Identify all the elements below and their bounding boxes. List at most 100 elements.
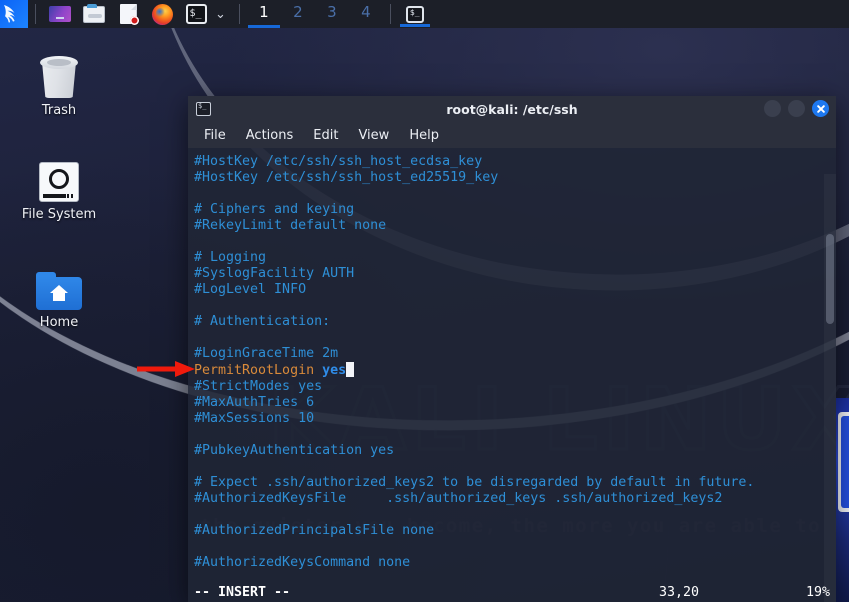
terminal-scrollbar-thumb[interactable]	[826, 234, 834, 324]
terminal-prompt-glyph: $_	[189, 8, 202, 19]
red-arrow-annotation	[137, 361, 195, 377]
desktop-icon-file-system[interactable]: File System	[2, 152, 116, 222]
window-taskbar: $_	[398, 0, 849, 28]
chevron-down-icon[interactable]: ⌄	[215, 7, 226, 22]
show-desktop-icon[interactable]	[47, 3, 73, 25]
workspace-4[interactable]: 4	[349, 0, 383, 28]
window-title: root@kali: /etc/ssh	[446, 101, 578, 117]
config-comment: #HostKey /etc/ssh/ssh_host_ed25519_key	[194, 170, 499, 185]
files-app-icon	[49, 6, 71, 22]
menu-view[interactable]: View	[358, 128, 389, 143]
config-comment: #AuthorizedPrincipalsFile none	[194, 523, 435, 538]
config-comment: #MaxSessions 10	[194, 411, 315, 426]
terminal-line: #AuthorizedKeysCommand none	[194, 555, 836, 571]
firefox-icon	[151, 3, 173, 25]
hard-disk-icon	[2, 152, 116, 202]
terminal-content[interactable]: #HostKey /etc/ssh/ssh_host_ecdsa_key #Hos…	[188, 148, 836, 602]
panel-separator-2	[238, 4, 240, 24]
terminal-line: # Ciphers and keying	[194, 202, 836, 218]
file-manager-launcher[interactable]	[81, 3, 107, 25]
config-comment: # Expect .ssh/authorized_keys2 to be dis…	[194, 475, 755, 490]
config-comment: #PubkeyAuthentication yes	[194, 443, 395, 458]
background-window-sliver[interactable]	[836, 398, 849, 602]
terminal-line: #HostKey /etc/ssh/ssh_host_ecdsa_key	[194, 154, 836, 170]
terminal-line: # Logging	[194, 250, 836, 266]
terminal-line: #MaxSessions 10	[194, 411, 836, 427]
terminal-line: #SyslogFacility AUTH	[194, 266, 836, 282]
terminal-line: #AuthorizedPrincipalsFile none	[194, 523, 836, 539]
text-editor-launcher[interactable]	[115, 3, 141, 25]
vim-status-line: -- INSERT -- 33,20 19%	[194, 585, 830, 601]
desktop-icon-label: File System	[21, 207, 97, 222]
config-comment: #MaxAuthTries 6	[194, 395, 315, 410]
vim-cursor-position: 33,20	[658, 585, 699, 600]
terminal-line: #PubkeyAuthentication yes	[194, 443, 836, 459]
config-comment: #LogLevel INFO	[194, 282, 307, 297]
taskbar-item-terminal[interactable]: $_	[399, 1, 430, 27]
panel-separator-3	[389, 4, 391, 24]
config-comment: #StrictModes yes	[194, 379, 323, 394]
config-comment: #AuthorizedKeysCommand none	[194, 555, 411, 570]
window-controls	[764, 100, 829, 117]
folder-icon	[83, 3, 105, 23]
document-icon	[119, 4, 139, 25]
minimize-button[interactable]	[764, 100, 781, 117]
terminal-line: # Expect .ssh/authorized_keys2 to be dis…	[194, 475, 836, 491]
desktop-icon-home[interactable]: Home	[2, 260, 116, 330]
terminal-titlebar[interactable]: $_ root@kali: /etc/ssh	[188, 96, 836, 122]
terminal-launcher[interactable]: $_	[183, 3, 209, 25]
terminal-line: #StrictModes yes	[194, 379, 836, 395]
vim-mode-indicator: -- INSERT --	[194, 585, 291, 600]
workspace-3[interactable]: 3	[315, 0, 349, 28]
vim-scroll-percent: 19%	[805, 585, 830, 600]
maximize-button[interactable]	[788, 100, 805, 117]
terminal-line: #LoginGraceTime 2m	[194, 346, 836, 362]
config-key: PermitRootLogin	[194, 363, 323, 378]
terminal-icon: $_	[185, 4, 207, 24]
terminal-line: #HostKey /etc/ssh/ssh_host_ed25519_key	[194, 170, 836, 186]
terminal-icon: $_	[196, 102, 211, 116]
firefox-launcher[interactable]	[149, 3, 175, 25]
menu-edit[interactable]: Edit	[313, 128, 338, 143]
terminal-prompt-glyph: $_	[409, 7, 420, 17]
panel-separator-1	[35, 4, 36, 24]
menu-file[interactable]: File	[204, 128, 226, 143]
menu-actions[interactable]: Actions	[246, 128, 294, 143]
config-comment: #SyslogFacility AUTH	[194, 266, 355, 281]
terminal-window[interactable]: $_ root@kali: /etc/ssh File Actions Edit…	[188, 96, 836, 602]
config-comment: # Ciphers and keying	[194, 202, 355, 217]
config-comment: #HostKey /etc/ssh/ssh_host_ecdsa_key	[194, 154, 483, 169]
vim-buffer[interactable]: #HostKey /etc/ssh/ssh_host_ecdsa_key #Hos…	[194, 154, 836, 571]
home-folder-icon	[2, 260, 116, 310]
config-comment: #LoginGraceTime 2m	[194, 346, 339, 361]
kali-dragon-logo-icon[interactable]	[0, 0, 28, 28]
workspace-switcher: 1 2 3 4	[247, 0, 383, 28]
terminal-prompt-glyph: $_	[198, 102, 207, 110]
config-comment: # Logging	[194, 250, 267, 265]
text-cursor	[346, 362, 355, 377]
config-comment: #AuthorizedKeysFile .ssh/authorized_keys…	[194, 491, 723, 506]
desktop-icon-label: Trash	[41, 103, 77, 118]
terminal-line: #LogLevel INFO	[194, 282, 836, 298]
config-value: yes	[322, 363, 347, 378]
terminal-line: #MaxAuthTries 6	[194, 395, 836, 411]
menu-help[interactable]: Help	[409, 128, 439, 143]
workspace-2[interactable]: 2	[281, 0, 315, 28]
workspace-1[interactable]: 1	[247, 0, 281, 28]
terminal-icon: $_	[405, 5, 424, 23]
screen: KALI LINUX the quieter you become, the m…	[0, 0, 849, 602]
terminal-line: #AuthorizedKeysFile .ssh/authorized_keys…	[194, 491, 836, 507]
close-icon[interactable]	[812, 100, 829, 117]
desktop-icon-trash[interactable]: Trash	[2, 48, 116, 118]
terminal-scrollbar[interactable]	[824, 174, 836, 602]
config-comment: #RekeyLimit default none	[194, 218, 387, 233]
top-panel: $_ ⌄ 1 2 3 4 $_	[0, 0, 849, 28]
